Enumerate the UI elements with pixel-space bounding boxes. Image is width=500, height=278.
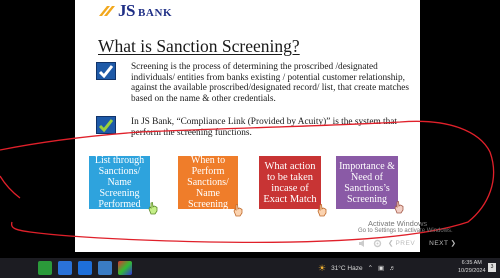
system-tray: ☀ 31°C Haze ⌃ ▣ ♬ <box>318 258 396 278</box>
tray-up-arrow-icon[interactable]: ⌃ <box>368 264 373 272</box>
topic-button-exact-match-action[interactable]: What action to be taken incase of Exact … <box>259 156 321 209</box>
slide-title: What is Sanction Screening? <box>98 36 300 56</box>
windows-taskbar <box>0 258 500 278</box>
topic-button-label: What action to be taken incase of Exact … <box>263 160 317 205</box>
activate-windows-hint: Go to Settings to activate Windows. <box>358 228 453 234</box>
bullet-text: Screening is the process of determining … <box>131 62 410 104</box>
hand-cursor-icon <box>233 203 243 217</box>
word-app-icon[interactable] <box>78 261 92 275</box>
media-app-icon[interactable] <box>118 261 132 275</box>
weather-icon[interactable]: ☀ <box>318 263 326 274</box>
chevron-left-icon: ❮ <box>388 240 394 247</box>
hand-cursor-icon <box>148 201 158 215</box>
topic-button-label: List through Sanctions/ Name Screening P… <box>94 155 145 210</box>
logo-suffix: BANK <box>137 7 173 19</box>
topic-button-when-to-perform[interactable]: When to Perform Sanctions/ Name Screenin… <box>178 155 238 210</box>
bullet-text: In JS Bank, “Compliance Link (Provided b… <box>131 117 397 138</box>
topic-button-label: Importance & Need of Sanctions’s Screeni… <box>339 160 395 205</box>
topic-button-importance[interactable]: Importance & Need of Sanctions’s Screeni… <box>336 156 398 209</box>
settings-gear-icon[interactable] <box>373 239 382 248</box>
topic-button-screening-list[interactable]: List through Sanctions/ Name Screening P… <box>89 155 150 210</box>
logo-brand: JS <box>118 1 135 20</box>
prev-label: PREV <box>395 239 416 247</box>
taskbar-clock[interactable]: 6:35 AM 10/29/2024 <box>458 259 486 275</box>
next-label: NEXT <box>429 239 449 247</box>
clock-date: 10/29/2024 <box>458 268 486 274</box>
network-icon[interactable]: ▣ <box>378 264 384 272</box>
browser-app-icon[interactable] <box>58 261 72 275</box>
weather-text[interactable]: 31°C Haze <box>331 265 363 272</box>
activate-windows-watermark: Activate Windows <box>368 219 428 228</box>
hand-cursor-icon <box>317 203 327 217</box>
file-app-icon[interactable] <box>98 261 112 275</box>
clock-time: 6:35 AM <box>461 260 482 266</box>
player-controls: ❮ PREV NEXT ❯ <box>358 237 498 249</box>
next-button[interactable]: NEXT ❯ <box>429 239 456 248</box>
excel-app-icon[interactable] <box>38 261 52 275</box>
js-logo-mark-icon <box>99 6 115 16</box>
hand-cursor-icon <box>394 200 404 214</box>
notification-badge[interactable]: 3 <box>488 263 496 272</box>
js-bank-logo: JS BANK <box>97 0 172 22</box>
speaker-icon[interactable]: ♬ <box>389 265 396 272</box>
topic-button-label: When to Perform Sanctions/ Name Screenin… <box>187 155 229 210</box>
volume-icon[interactable] <box>358 239 367 248</box>
checkbox-bullet-icon <box>96 62 116 80</box>
prev-button[interactable]: ❮ PREV <box>388 239 416 248</box>
chevron-right-icon: ❯ <box>450 240 456 247</box>
checkbox-bullet-icon <box>96 116 116 134</box>
